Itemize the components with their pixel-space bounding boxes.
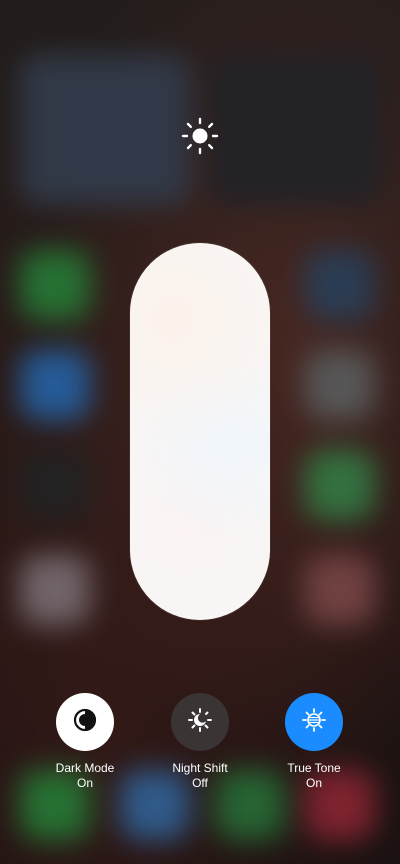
true-tone-state: On — [305, 776, 322, 790]
dark-mode-button[interactable] — [56, 693, 114, 751]
brightness-slider-fill — [130, 243, 270, 620]
night-shift-toggle[interactable]: Night Shift Off — [145, 693, 255, 790]
sun-icon — [178, 114, 222, 158]
dark-mode-state: On — [76, 776, 93, 790]
true-tone-button[interactable] — [285, 693, 343, 751]
dark-mode-icon — [72, 707, 98, 738]
night-shift-state: Off — [192, 776, 208, 790]
night-shift-button[interactable] — [171, 693, 229, 751]
dark-mode-label: Dark Mode — [55, 761, 115, 775]
dark-mode-toggle[interactable]: Dark Mode On — [30, 693, 140, 790]
night-shift-label: Night Shift — [172, 761, 228, 775]
brightness-slider[interactable] — [130, 243, 270, 620]
true-tone-toggle[interactable]: True Tone On — [259, 693, 369, 790]
night-shift-icon — [186, 706, 214, 739]
true-tone-icon — [300, 706, 328, 739]
true-tone-label: True Tone — [287, 761, 341, 775]
